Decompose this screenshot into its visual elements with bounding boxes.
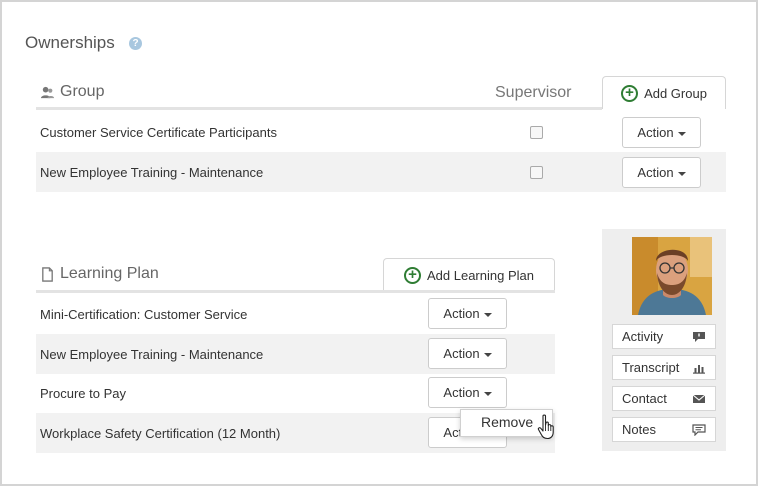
envelope-icon [692, 394, 706, 403]
action-dropdown-button[interactable]: Action [622, 157, 701, 188]
group-name: New Employee Training - Maintenance [40, 164, 264, 180]
note-bubble-icon [692, 423, 706, 436]
caret-down-icon [677, 171, 686, 176]
notes-button[interactable]: Notes [612, 417, 716, 442]
activity-label: Activity [622, 329, 664, 344]
transcript-button[interactable]: Transcript [612, 355, 716, 380]
caret-down-icon [483, 352, 492, 357]
add-group-label: Add Group [644, 85, 707, 101]
document-icon [42, 266, 53, 282]
action-label: Action [443, 306, 480, 321]
action-dropdown-button[interactable]: Action [428, 298, 507, 329]
hand-pointer-cursor-icon [537, 414, 554, 440]
action-dropdown-button[interactable]: Action [622, 117, 701, 148]
plus-circle-icon: + [621, 84, 639, 102]
caret-down-icon [677, 131, 686, 136]
add-learning-plan-button[interactable]: + Add Learning Plan [383, 258, 555, 291]
learning-plan-header-label: Learning Plan [60, 265, 159, 282]
action-dropdown-button[interactable]: Action [428, 377, 507, 408]
learning-plan-name: Mini-Certification: Customer Service [40, 306, 248, 322]
speech-bubble-icon [693, 331, 705, 342]
action-label: Action [637, 125, 674, 140]
action-dropdown-button[interactable]: Action [428, 338, 507, 369]
contact-button[interactable]: Contact [612, 386, 716, 411]
group-header-divider [36, 107, 602, 110]
caret-down-icon [483, 391, 492, 396]
supervisor-checkbox[interactable] [530, 126, 543, 139]
group-name: Customer Service Certificate Participant… [40, 124, 277, 140]
add-group-button[interactable]: + Add Group [602, 76, 726, 109]
group-header: Group [40, 83, 104, 101]
remove-menu-item[interactable]: Remove [481, 414, 533, 430]
supervisor-column-header: Supervisor [495, 84, 572, 101]
notes-label: Notes [622, 422, 656, 437]
contact-label: Contact [622, 391, 667, 406]
page-title: Ownerships [25, 33, 115, 52]
learning-plan-name: New Employee Training - Maintenance [40, 346, 264, 362]
caret-down-icon [483, 312, 492, 317]
activity-button[interactable]: Activity [612, 324, 716, 349]
supervisor-checkbox[interactable] [530, 166, 543, 179]
learning-plan-header: Learning Plan [40, 265, 159, 283]
action-label: Action [637, 165, 674, 180]
group-header-label: Group [60, 83, 105, 100]
learning-plan-header-divider [36, 290, 555, 293]
add-learning-plan-label: Add Learning Plan [427, 267, 534, 283]
learning-plan-name: Procure to Pay [40, 385, 126, 401]
plus-circle-icon: + [404, 266, 421, 284]
transcript-label: Transcript [622, 360, 680, 375]
action-label: Action [443, 385, 480, 400]
bar-chart-icon [693, 364, 705, 374]
avatar[interactable] [632, 237, 712, 315]
help-icon[interactable]: ? [129, 37, 142, 50]
action-label: Action [443, 346, 480, 361]
learning-plan-name: Workplace Safety Certification (12 Month… [40, 425, 281, 441]
group-icon [40, 86, 55, 98]
